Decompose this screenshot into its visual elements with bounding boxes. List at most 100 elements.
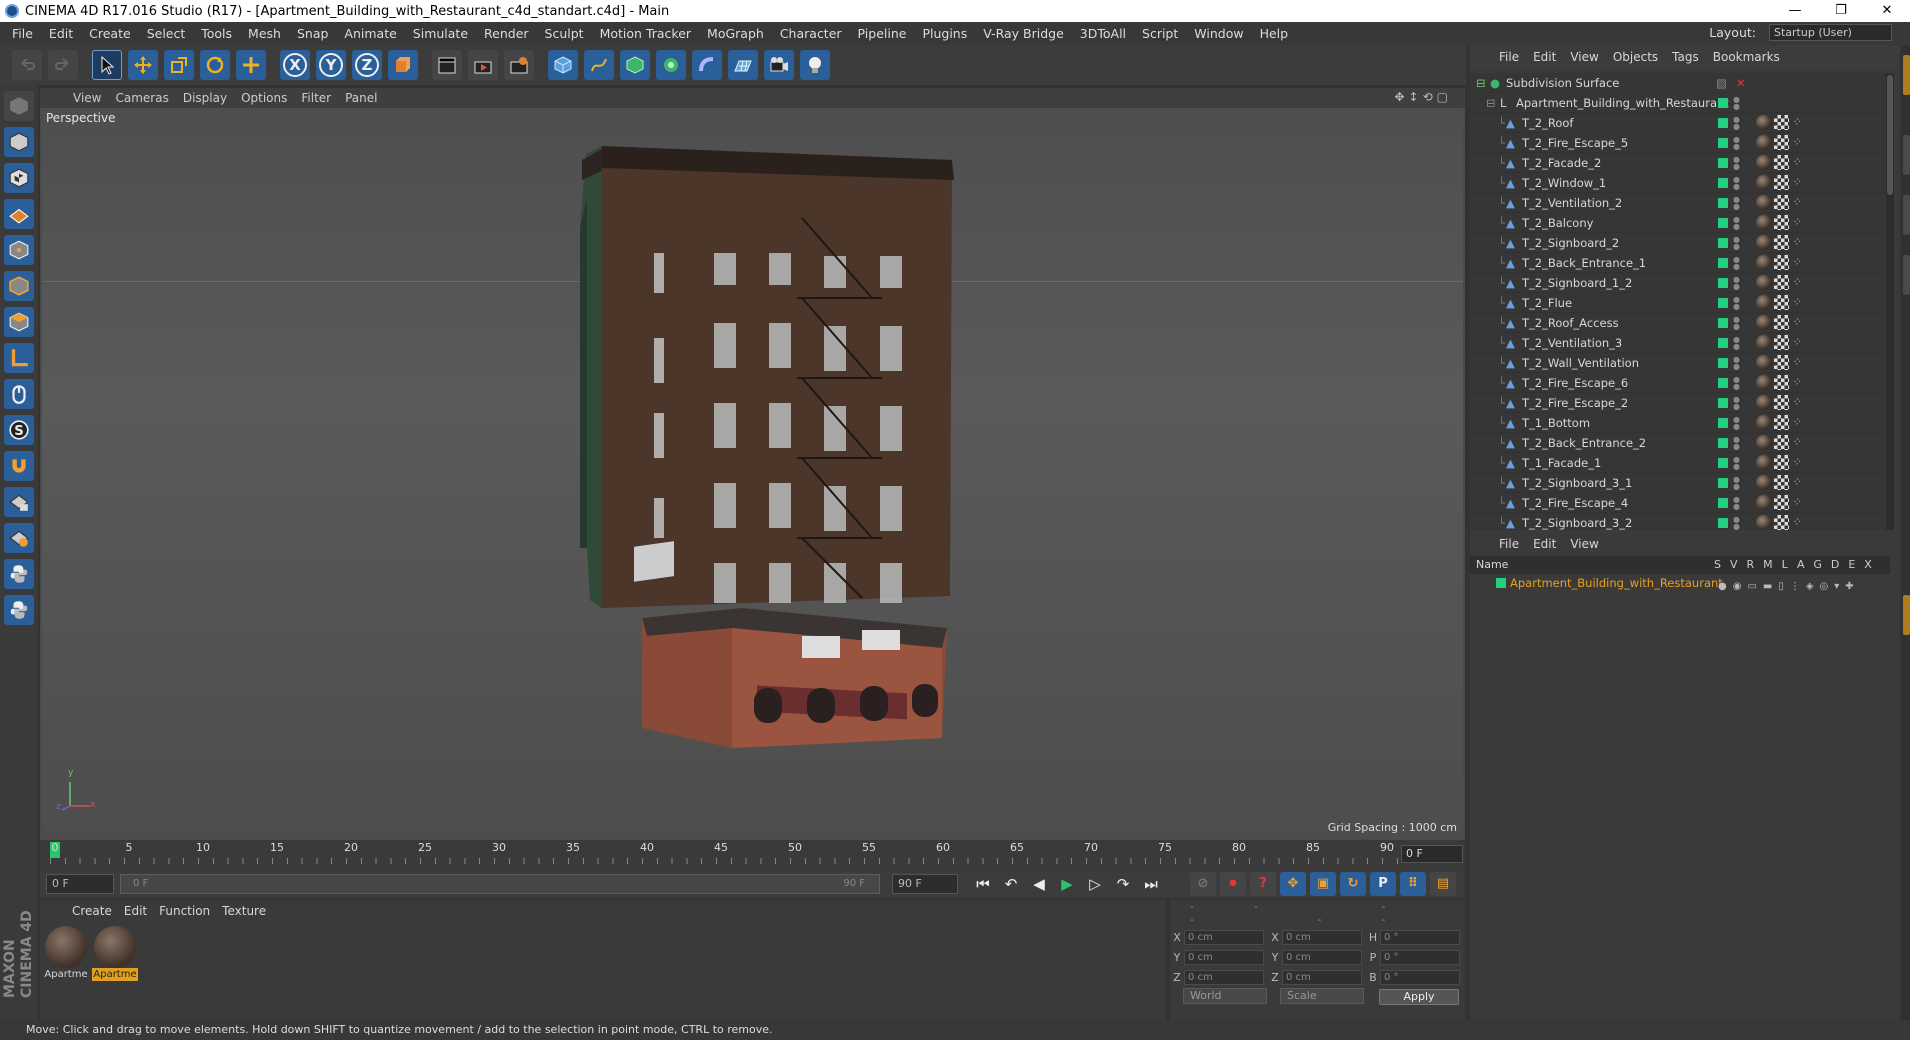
menu-edit[interactable]: Edit	[41, 26, 81, 41]
visibility-dots[interactable]: ● ●	[1733, 496, 1740, 511]
uvw-tag-icon[interactable]	[1774, 175, 1789, 190]
selection-tag-icon[interactable]: ⁘	[1792, 515, 1807, 530]
material-swatch[interactable]: Apartme	[43, 926, 89, 981]
lm-menu-edit[interactable]: Edit	[1526, 537, 1563, 551]
uvw-tag-icon[interactable]	[1774, 435, 1789, 450]
menu-plugins[interactable]: Plugins	[914, 26, 975, 41]
tree-row-object[interactable]: └ ▲ T_2_Fire_Escape_4 ● ● ⁘	[1470, 493, 1890, 513]
layer-color-swatch[interactable]	[1718, 138, 1728, 148]
visibility-dots[interactable]: ● ●	[1733, 116, 1740, 131]
layer-color-swatch[interactable]	[1718, 378, 1728, 388]
tree-row-object[interactable]: └ ▲ T_2_Roof_Access ● ● ⁘	[1470, 313, 1890, 333]
render-settings-button[interactable]	[504, 50, 534, 80]
om-menu-file[interactable]: File	[1492, 50, 1526, 64]
undo-button[interactable]	[12, 50, 42, 80]
uvw-tag-icon[interactable]	[1774, 235, 1789, 250]
tree-row-object[interactable]: └ ▲ T_2_Signboard_1_2 ● ● ⁘	[1470, 273, 1890, 293]
menu-mesh[interactable]: Mesh	[240, 26, 289, 41]
layer-color-swatch[interactable]	[1718, 218, 1728, 228]
visibility-dots[interactable]: ● ●	[1733, 136, 1740, 151]
tree-row-subdivision-surface[interactable]: ⊟ ● Subdivision Surface ▧ ✕	[1470, 73, 1890, 93]
key-rotation-icon[interactable]: ↻	[1340, 872, 1366, 896]
material-tag-icon[interactable]	[1756, 215, 1771, 230]
magnet-button[interactable]	[4, 451, 34, 481]
selection-tag-icon[interactable]: ⁘	[1792, 375, 1807, 390]
rotate-tool-button[interactable]	[200, 50, 230, 80]
edges-mode-button[interactable]	[4, 271, 34, 301]
material-tag-icon[interactable]	[1756, 435, 1771, 450]
viewport-menu-filter[interactable]: Filter	[294, 91, 338, 105]
selection-tag-icon[interactable]: ⁘	[1792, 395, 1807, 410]
uvw-tag-icon[interactable]	[1774, 495, 1789, 510]
rotation-b-field[interactable]: 0 °	[1380, 969, 1460, 985]
visibility-dots[interactable]: ● ●	[1733, 456, 1740, 471]
key-parameter-icon[interactable]: P	[1370, 872, 1396, 896]
move-tool-button[interactable]	[128, 50, 158, 80]
timeline-window-icon[interactable]: ▤	[1430, 872, 1456, 896]
size-x-field[interactable]: 0 cm	[1282, 929, 1362, 945]
selection-tag-icon[interactable]: ⁘	[1792, 335, 1807, 350]
material-tag-icon[interactable]	[1756, 335, 1771, 350]
tree-row-object[interactable]: └ ▲ T_2_Facade_2 ● ● ⁘	[1470, 153, 1890, 173]
layer-color-swatch[interactable]	[1718, 338, 1728, 348]
lm-menu-file[interactable]: File	[1492, 537, 1526, 551]
selection-tag-icon[interactable]: ⁘	[1792, 295, 1807, 310]
record-active-icon[interactable]: ⏺	[1220, 872, 1246, 896]
go-to-start-icon[interactable]: ⏮	[970, 872, 996, 896]
viewport-menu-options[interactable]: Options	[234, 91, 294, 105]
collapse-icon[interactable]: ⊟	[1486, 93, 1496, 113]
add-cube-button[interactable]	[548, 50, 578, 80]
layer-color-swatch[interactable]	[1718, 98, 1728, 108]
selection-tag-icon[interactable]: ⁘	[1792, 115, 1807, 130]
uvw-tag-icon[interactable]	[1774, 415, 1789, 430]
menu-help[interactable]: Help	[1252, 26, 1297, 41]
menu-vray-bridge[interactable]: V-Ray Bridge	[975, 26, 1072, 41]
key-scale-icon[interactable]: ▣	[1310, 872, 1336, 896]
disabled-x-icon[interactable]: ✕	[1736, 73, 1746, 93]
menu-snap[interactable]: Snap	[289, 26, 336, 41]
layer-color-swatch[interactable]	[1718, 258, 1728, 268]
uvw-tag-icon[interactable]	[1774, 395, 1789, 410]
add-camera-button[interactable]	[764, 50, 794, 80]
transform-tool-button[interactable]	[236, 50, 266, 80]
visibility-dots[interactable]: ● ●	[1733, 96, 1740, 111]
layer-color-swatch[interactable]	[1718, 398, 1728, 408]
uvw-tag-icon[interactable]	[1774, 455, 1789, 470]
snapping-button[interactable]: S	[4, 415, 34, 445]
layer-color-swatch[interactable]	[1718, 178, 1728, 188]
layer-color-swatch[interactable]	[1718, 198, 1728, 208]
lm-menu-view[interactable]: View	[1563, 537, 1605, 551]
viewport-canvas[interactable]: Perspective y x z Grid Spacing: 1000 cm	[42, 108, 1463, 838]
material-tag-icon[interactable]	[1756, 275, 1771, 290]
side-tab[interactable]	[1903, 255, 1910, 295]
viewport-menu-view[interactable]: View	[66, 91, 108, 105]
material-tag-icon[interactable]	[1756, 255, 1771, 270]
tweak-mode-button[interactable]	[4, 379, 34, 409]
selection-tag-icon[interactable]: ⁘	[1792, 415, 1807, 430]
menu-pipeline[interactable]: Pipeline	[850, 26, 915, 41]
add-mograph-button[interactable]	[656, 50, 686, 80]
menu-sculpt[interactable]: Sculpt	[537, 26, 592, 41]
material-tag-icon[interactable]	[1756, 295, 1771, 310]
visibility-dots[interactable]: ● ●	[1733, 376, 1740, 391]
next-frame-icon[interactable]: ▷	[1082, 872, 1108, 896]
start-frame-field[interactable]: 0 F	[46, 874, 114, 894]
material-tag-icon[interactable]	[1756, 475, 1771, 490]
layer-color-swatch[interactable]	[1718, 458, 1728, 468]
tree-row-object[interactable]: └ ▲ T_2_Flue ● ● ⁘	[1470, 293, 1890, 313]
planar-workplane-button[interactable]	[4, 523, 34, 553]
menu-select[interactable]: Select	[139, 26, 194, 41]
menu-mograph[interactable]: MoGraph	[699, 26, 772, 41]
viewport-menu-panel[interactable]: Panel	[338, 91, 384, 105]
render-view-button[interactable]	[432, 50, 462, 80]
python-script-button-2[interactable]	[4, 595, 34, 625]
scrollbar-thumb[interactable]	[1887, 75, 1893, 195]
material-menu-texture[interactable]: Texture	[216, 904, 272, 918]
tree-row-object[interactable]: └ ▲ T_2_Roof ● ● ⁘	[1470, 113, 1890, 133]
uvw-tag-icon[interactable]	[1774, 475, 1789, 490]
size-z-field[interactable]: 0 cm	[1282, 969, 1362, 985]
visibility-dots[interactable]: ● ●	[1733, 176, 1740, 191]
rotation-h-field[interactable]: 0 °	[1380, 929, 1460, 945]
x-axis-lock-button[interactable]: X	[280, 50, 310, 80]
selection-tag-icon[interactable]: ⁘	[1792, 255, 1807, 270]
